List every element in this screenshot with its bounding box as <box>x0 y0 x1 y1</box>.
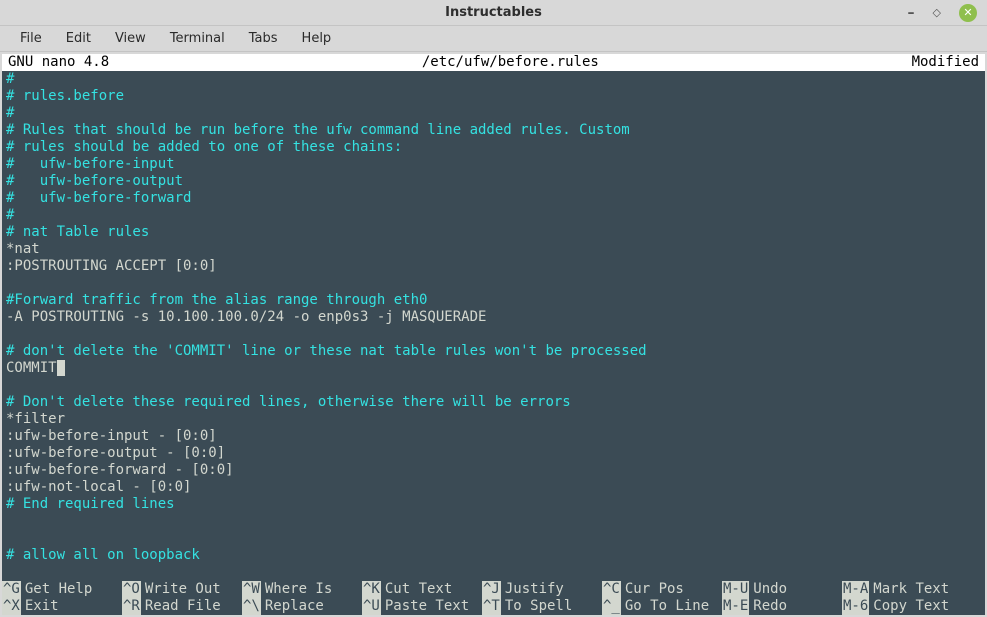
nano-version: GNU nano 4.8 <box>2 54 109 71</box>
editor-line <box>6 275 981 292</box>
editor-line <box>6 530 981 547</box>
shortcut-label: Write Out <box>145 581 221 598</box>
shortcut: M-ERedo <box>722 598 842 615</box>
shortcut-key: ^R <box>122 598 141 615</box>
shortcut-row: ^XExit^RRead File^\Replace^UPaste Text^T… <box>2 598 985 615</box>
menubar: File Edit View Terminal Tabs Help <box>0 26 987 52</box>
editor-line: # <box>6 105 981 122</box>
shortcut-label: Copy Text <box>873 598 949 615</box>
shortcut-label: Exit <box>25 598 59 615</box>
menu-tabs[interactable]: Tabs <box>241 29 286 48</box>
terminal[interactable]: GNU nano 4.8 /etc/ufw/before.rules Modif… <box>2 54 985 615</box>
app-window: Instructables – ◇ ✕ File Edit View Termi… <box>0 0 987 617</box>
shortcut-label: Get Help <box>25 581 92 598</box>
shortcut-key: ^J <box>482 581 501 598</box>
shortcut-label: Go To Line <box>625 598 709 615</box>
shortcut: M-AMark Text <box>842 581 962 598</box>
shortcut-key: ^_ <box>602 598 621 615</box>
editor-line: -A POSTROUTING -s 10.100.100.0/24 -o enp… <box>6 309 981 326</box>
shortcut-key: ^\ <box>242 598 261 615</box>
nano-editor[interactable]: ## rules.before## Rules that should be r… <box>2 71 985 564</box>
shortcut: ^JJustify <box>482 581 602 598</box>
editor-line: *nat <box>6 241 981 258</box>
editor-line: # Rules that should be run before the uf… <box>6 122 981 139</box>
editor-line: :ufw-before-forward - [0:0] <box>6 462 981 479</box>
shortcut-label: Cut Text <box>385 581 452 598</box>
shortcut: M-6Copy Text <box>842 598 962 615</box>
shortcut: ^OWrite Out <box>122 581 242 598</box>
shortcut-key: M-U <box>722 581 749 598</box>
shortcut: ^KCut Text <box>362 581 482 598</box>
menu-help[interactable]: Help <box>294 29 340 48</box>
editor-line: # ufw-before-output <box>6 173 981 190</box>
menu-edit[interactable]: Edit <box>58 29 99 48</box>
nano-modified: Modified <box>912 54 985 71</box>
shortcut: ^WWhere Is <box>242 581 362 598</box>
shortcut: ^XExit <box>2 598 122 615</box>
shortcut-key: M-A <box>842 581 869 598</box>
editor-line: :ufw-not-local - [0:0] <box>6 479 981 496</box>
editor-line <box>6 377 981 394</box>
nano-shortcuts: ^GGet Help^OWrite Out^WWhere Is^KCut Tex… <box>2 581 985 615</box>
shortcut-label: Redo <box>753 598 787 615</box>
shortcut: ^_Go To Line <box>602 598 722 615</box>
editor-line: # <box>6 71 981 88</box>
editor-line: # rules.before <box>6 88 981 105</box>
shortcut-label: Read File <box>145 598 221 615</box>
nano-statusbar: GNU nano 4.8 /etc/ufw/before.rules Modif… <box>2 54 985 71</box>
shortcut-label: Paste Text <box>385 598 469 615</box>
shortcut-key: M-E <box>722 598 749 615</box>
shortcut-key: ^W <box>242 581 261 598</box>
shortcut-label: Cur Pos <box>625 581 684 598</box>
shortcut-key: ^U <box>362 598 381 615</box>
shortcut-key: ^T <box>482 598 501 615</box>
terminal-container: GNU nano 4.8 /etc/ufw/before.rules Modif… <box>0 52 987 617</box>
editor-line: # don't delete the 'COMMIT' line or thes… <box>6 343 981 360</box>
editor-line: # ufw-before-forward <box>6 190 981 207</box>
shortcut-label: Mark Text <box>873 581 949 598</box>
editor-line: #Forward traffic from the alias range th… <box>6 292 981 309</box>
titlebar[interactable]: Instructables – ◇ ✕ <box>0 0 987 26</box>
shortcut: M-UUndo <box>722 581 842 598</box>
shortcut: ^TTo Spell <box>482 598 602 615</box>
editor-line: # nat Table rules <box>6 224 981 241</box>
shortcut-key: ^K <box>362 581 381 598</box>
shortcut-label: Where Is <box>265 581 332 598</box>
window-title: Instructables <box>0 5 987 20</box>
shortcut-key: M-6 <box>842 598 869 615</box>
menu-terminal[interactable]: Terminal <box>162 29 233 48</box>
menu-view[interactable]: View <box>107 29 154 48</box>
shortcut-label: Undo <box>753 581 787 598</box>
editor-line: # rules should be added to one of these … <box>6 139 981 156</box>
shortcut-label: Replace <box>265 598 324 615</box>
shortcut: ^UPaste Text <box>362 598 482 615</box>
shortcut-key: ^G <box>2 581 21 598</box>
editor-line: :ufw-before-input - [0:0] <box>6 428 981 445</box>
editor-line <box>6 513 981 530</box>
editor-line: *filter <box>6 411 981 428</box>
editor-line: # <box>6 207 981 224</box>
shortcut-key: ^O <box>122 581 141 598</box>
editor-line: :ufw-before-output - [0:0] <box>6 445 981 462</box>
shortcut: ^CCur Pos <box>602 581 722 598</box>
shortcut-row: ^GGet Help^OWrite Out^WWhere Is^KCut Tex… <box>2 581 985 598</box>
shortcut-label: To Spell <box>505 598 572 615</box>
cursor-icon <box>57 360 65 376</box>
menu-file[interactable]: File <box>12 29 50 48</box>
editor-line: COMMIT <box>6 360 981 377</box>
editor-line: # Don't delete these required lines, oth… <box>6 394 981 411</box>
editor-line <box>6 326 981 343</box>
shortcut: ^\Replace <box>242 598 362 615</box>
shortcut-label: Justify <box>505 581 564 598</box>
editor-line: # ufw-before-input <box>6 156 981 173</box>
shortcut-key: ^C <box>602 581 621 598</box>
editor-line: # End required lines <box>6 496 981 513</box>
shortcut-key: ^X <box>2 598 21 615</box>
editor-line: # allow all on loopback <box>6 547 981 564</box>
shortcut: ^RRead File <box>122 598 242 615</box>
shortcut: ^GGet Help <box>2 581 122 598</box>
nano-filename: /etc/ufw/before.rules <box>109 54 911 71</box>
editor-line: :POSTROUTING ACCEPT [0:0] <box>6 258 981 275</box>
